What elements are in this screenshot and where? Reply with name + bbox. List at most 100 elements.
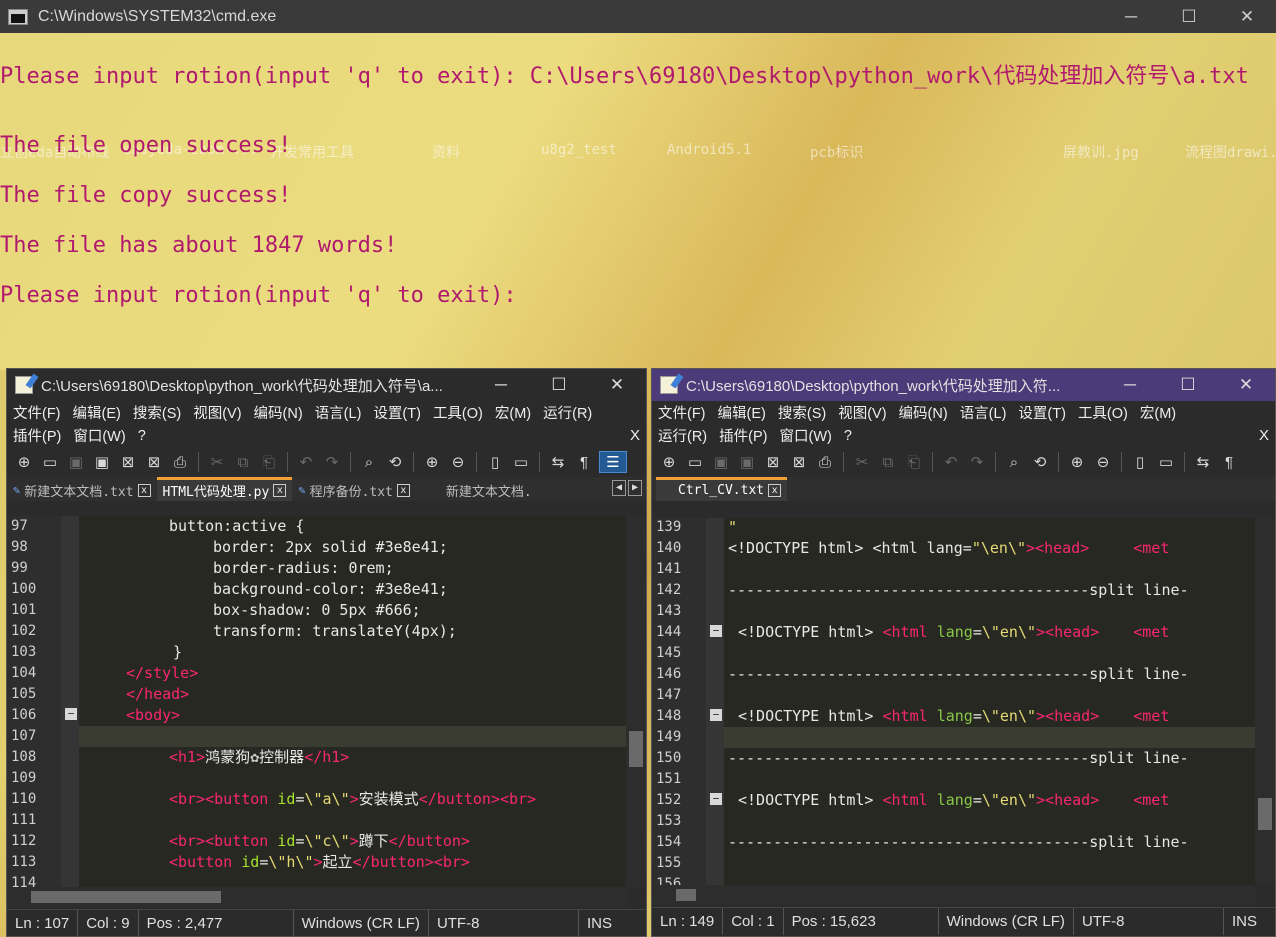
open-folder-icon[interactable]: ▭	[39, 451, 61, 473]
tab-scroll-left-icon[interactable]: ◀	[612, 480, 626, 496]
scroll-thumb[interactable]	[1258, 798, 1272, 830]
status-eol[interactable]: Windows (CR LF)	[294, 910, 429, 936]
fold-marker-icon[interactable]: −	[65, 708, 77, 720]
horizontal-scrollbar[interactable]	[652, 885, 1255, 905]
menu-help[interactable]: ?	[844, 428, 852, 444]
show-all-chars-icon[interactable]: ¶	[1218, 451, 1240, 473]
status-insert-mode[interactable]: INS	[579, 910, 620, 936]
menu-file[interactable]: 文件(F)	[13, 402, 61, 423]
close-button[interactable]: ✕	[1217, 375, 1275, 395]
tab-file-active[interactable]: Ctrl_CV.txt x	[656, 477, 788, 501]
tab-close-icon[interactable]: x	[273, 484, 287, 497]
menu-edit[interactable]: 编辑(E)	[73, 402, 121, 423]
indent-guide-icon[interactable]: ☰	[599, 451, 627, 473]
right-editor-window[interactable]: C:\Users\69180\Desktop\python_work\代码处理加…	[651, 368, 1276, 937]
menu-plugins[interactable]: 插件(P)	[719, 425, 767, 446]
status-encoding[interactable]: UTF-8	[1074, 908, 1224, 935]
left-titlebar[interactable]: C:\Users\69180\Desktop\python_work\代码处理加…	[7, 369, 646, 401]
right-code-editor[interactable]: 139 140 141 142 143 144 145 146 147 148 …	[652, 518, 1275, 885]
cmd-window[interactable]: C:\Windows\SYSTEM32\cmd.exe ─ ☐ ✕ 立创eda自…	[0, 0, 1276, 370]
menu-tools[interactable]: 工具(O)	[1078, 402, 1128, 423]
cmd-prompt[interactable]: Please input rotion(input 'q' to exit):	[0, 283, 517, 308]
vertical-scrollbar[interactable]	[626, 516, 646, 887]
menu-language[interactable]: 语言(L)	[960, 402, 1007, 423]
left-editor-window[interactable]: C:\Users\69180\Desktop\python_work\代码处理加…	[6, 368, 647, 937]
save-icon[interactable]: ▣	[65, 451, 87, 473]
menu-edit[interactable]: 编辑(E)	[718, 402, 766, 423]
sync-horizontal-icon[interactable]: ▭	[1155, 451, 1177, 473]
minimize-button[interactable]: ─	[472, 375, 530, 395]
menu-search[interactable]: 搜索(S)	[133, 402, 181, 423]
menu-settings[interactable]: 设置(T)	[373, 402, 421, 423]
paste-icon[interactable]: ⎗	[903, 451, 925, 473]
cut-icon[interactable]: ✂	[206, 451, 228, 473]
replace-icon[interactable]: ⟲	[1029, 451, 1051, 473]
status-encoding[interactable]: UTF-8	[429, 910, 579, 936]
fold-marker-icon[interactable]: −	[710, 709, 722, 721]
tab-file[interactable]: 新建文本文档.	[416, 479, 538, 501]
menu-help[interactable]: ?	[138, 428, 146, 444]
right-titlebar[interactable]: C:\Users\69180\Desktop\python_work\代码处理加…	[652, 369, 1275, 401]
cmd-titlebar[interactable]: C:\Windows\SYSTEM32\cmd.exe ─ ☐ ✕	[0, 0, 1276, 33]
close-file-icon[interactable]: ⊠	[762, 451, 784, 473]
menu-run[interactable]: 运行(R)	[543, 402, 592, 423]
close-all-icon[interactable]: ⊠	[143, 451, 165, 473]
tab-file-active[interactable]: HTML代码处理.py x	[156, 477, 293, 501]
close-document-button[interactable]: X	[1259, 427, 1269, 444]
new-file-icon[interactable]: ⊕	[658, 451, 680, 473]
zoom-in-icon[interactable]: ⊕	[421, 451, 443, 473]
minimize-button[interactable]: ─	[1102, 7, 1160, 27]
menu-view[interactable]: 视图(V)	[193, 402, 241, 423]
paste-icon[interactable]: ⎗	[258, 451, 280, 473]
redo-icon[interactable]: ↷	[966, 451, 988, 473]
scroll-thumb[interactable]	[31, 891, 221, 903]
menu-encoding[interactable]: 编码(N)	[899, 402, 948, 423]
zoom-out-icon[interactable]: ⊖	[1092, 451, 1114, 473]
redo-icon[interactable]: ↷	[321, 451, 343, 473]
menu-search[interactable]: 搜索(S)	[778, 402, 826, 423]
menu-macro[interactable]: 宏(M)	[495, 402, 531, 423]
close-file-icon[interactable]: ⊠	[117, 451, 139, 473]
menu-run[interactable]: 运行(R)	[658, 425, 707, 446]
cut-icon[interactable]: ✂	[851, 451, 873, 473]
sync-vertical-icon[interactable]: ▯	[1129, 451, 1151, 473]
status-insert-mode[interactable]: INS	[1224, 908, 1265, 935]
horizontal-scrollbar[interactable]	[7, 887, 628, 907]
zoom-in-icon[interactable]: ⊕	[1066, 451, 1088, 473]
word-wrap-icon[interactable]: ⇆	[547, 451, 569, 473]
tab-file[interactable]: ✎ 新建文本文档.txt x	[7, 479, 157, 501]
status-eol[interactable]: Windows (CR LF)	[939, 908, 1074, 935]
save-icon[interactable]: ▣	[710, 451, 732, 473]
scroll-thumb[interactable]	[629, 731, 643, 767]
save-all-icon[interactable]: ▣	[91, 451, 113, 473]
tab-close-icon[interactable]: x	[396, 483, 410, 497]
find-icon[interactable]: ⌕	[1003, 451, 1025, 473]
copy-icon[interactable]: ⧉	[877, 451, 899, 473]
tab-close-icon[interactable]: x	[768, 484, 782, 497]
tab-close-icon[interactable]: x	[137, 483, 151, 497]
save-all-icon[interactable]: ▣	[736, 451, 758, 473]
menu-file[interactable]: 文件(F)	[658, 402, 706, 423]
maximize-button[interactable]: ☐	[530, 375, 588, 395]
fold-marker-icon[interactable]: −	[710, 793, 722, 805]
menu-tools[interactable]: 工具(O)	[433, 402, 483, 423]
zoom-out-icon[interactable]: ⊖	[447, 451, 469, 473]
close-document-button[interactable]: X	[630, 427, 640, 444]
left-code-editor[interactable]: 97 98 99 100 101 102 103 104 105 106 107…	[7, 516, 646, 887]
sync-horizontal-icon[interactable]: ▭	[510, 451, 532, 473]
close-button[interactable]: ✕	[588, 375, 646, 395]
close-all-icon[interactable]: ⊠	[788, 451, 810, 473]
close-button[interactable]: ✕	[1218, 7, 1276, 27]
print-icon[interactable]: ⎙	[814, 451, 836, 473]
maximize-button[interactable]: ☐	[1160, 7, 1218, 27]
menu-settings[interactable]: 设置(T)	[1018, 402, 1066, 423]
menu-encoding[interactable]: 编码(N)	[254, 402, 303, 423]
undo-icon[interactable]: ↶	[295, 451, 317, 473]
replace-icon[interactable]: ⟲	[384, 451, 406, 473]
open-folder-icon[interactable]: ▭	[684, 451, 706, 473]
find-icon[interactable]: ⌕	[358, 451, 380, 473]
menu-language[interactable]: 语言(L)	[315, 402, 362, 423]
word-wrap-icon[interactable]: ⇆	[1192, 451, 1214, 473]
menu-window[interactable]: 窗口(W)	[779, 425, 831, 446]
scroll-thumb[interactable]	[676, 889, 696, 901]
